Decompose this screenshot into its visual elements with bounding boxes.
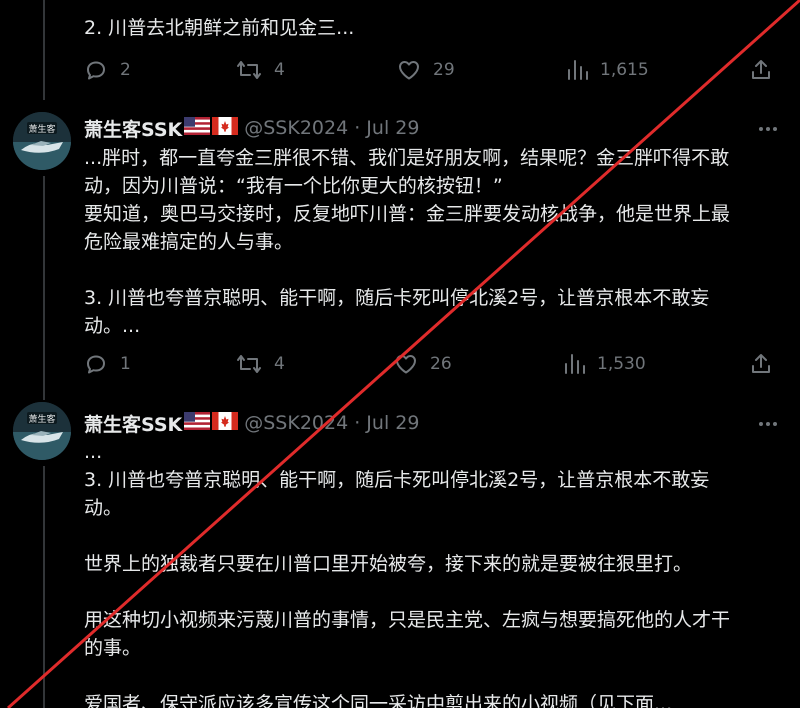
tweet-text-line: 3. 川普也夸普京聪明、能干啊，随后卡死叫停北溪2号，让普京根本不敢妄 bbox=[84, 287, 710, 309]
handle-date[interactable]: @SSK2024 · Jul 29 bbox=[244, 117, 419, 139]
share-icon bbox=[752, 354, 770, 373]
handle-date[interactable]: @SSK2024 · Jul 29 bbox=[244, 412, 419, 434]
more-button[interactable] bbox=[756, 117, 780, 141]
views-button[interactable]: 1,615 bbox=[566, 57, 649, 83]
tweet-text-line: 世界上的独裁者只要在川普口里开始被夸，接下来的就是要被往狠里打。 bbox=[84, 553, 693, 575]
tweet-body: ... 3. 川普也夸普京聪明、能干啊，随后卡死叫停北溪2号，让普京根本不敢妄 … bbox=[84, 438, 784, 708]
tweet-text-line: 动。 bbox=[84, 497, 123, 519]
reply-icon bbox=[87, 61, 105, 80]
canada-flag-icon bbox=[212, 117, 239, 139]
display-name[interactable]: 萧生客SSK bbox=[84, 410, 182, 437]
like-count: 26 bbox=[430, 354, 452, 374]
tweet-text-line: 2. 川普去北朝鲜之前和见金三... bbox=[84, 17, 355, 39]
heart-icon bbox=[399, 61, 419, 80]
more-icon bbox=[759, 127, 777, 131]
views-count: 1,615 bbox=[600, 60, 649, 80]
share-icon bbox=[752, 60, 770, 79]
retweet-icon bbox=[237, 355, 261, 373]
timeline: 2. 川普去北朝鲜之前和见金三... 2 4 29 1,615 萧生客 萧生客S… bbox=[0, 0, 800, 708]
tweet-3[interactable]: 萧生客 萧生客SSK @SSK2024 · Jul 29 ... 3. 川普也夸… bbox=[0, 400, 800, 708]
retweet-button[interactable]: 4 bbox=[236, 57, 285, 83]
tweet-1[interactable]: 2. 川普去北朝鲜之前和见金三... 2 4 29 1,615 bbox=[0, 0, 800, 100]
tweet-text-line: 3. 川普也夸普京聪明、能干啊，随后卡死叫停北溪2号，让普京根本不敢妄 bbox=[84, 469, 710, 491]
like-button[interactable]: 26 bbox=[394, 351, 452, 377]
tweet-text-line: 动。... bbox=[84, 315, 141, 337]
tweet-text-line: 用这种切小视频来污蔑川普的事情，只是民主党、左疯与想要搞死他的人才干 bbox=[84, 609, 731, 631]
tweet-text-line: 爱国者、保守派应该多宣传这个同一采访中剪出来的小视频（见下面... bbox=[84, 693, 673, 708]
more-button[interactable] bbox=[756, 412, 780, 436]
tweet-actions: 2 4 29 1,615 bbox=[84, 57, 784, 83]
tweet-body: 2. 川普去北朝鲜之前和见金三... bbox=[84, 14, 784, 42]
reply-button[interactable]: 2 bbox=[84, 57, 131, 83]
avatar[interactable]: 萧生客 bbox=[13, 112, 71, 170]
like-count: 29 bbox=[433, 60, 455, 80]
tweet-actions: 1 4 26 1,530 bbox=[84, 351, 784, 377]
tweet-text-line: 要知道，奥巴马交接时，反复地吓川普：金三胖要发动核战争，他是世界上最 bbox=[84, 203, 731, 225]
share-button[interactable] bbox=[750, 351, 772, 377]
reply-count: 1 bbox=[120, 354, 131, 374]
retweet-icon bbox=[237, 61, 261, 79]
avatar[interactable]: 萧生客 bbox=[13, 402, 71, 460]
tweet-text-line: ...胖时，都一直夸金三胖很不错、我们是好朋友啊，结果呢？金三胖吓得不敢 bbox=[84, 147, 730, 169]
like-button[interactable]: 29 bbox=[397, 57, 455, 83]
tweet-body: ...胖时，都一直夸金三胖很不错、我们是好朋友啊，结果呢？金三胖吓得不敢 动，因… bbox=[84, 144, 784, 340]
us-flag-icon bbox=[184, 117, 211, 139]
display-name[interactable]: 萧生客SSK bbox=[84, 115, 182, 142]
thread-connector bbox=[43, 466, 45, 708]
retweet-count: 4 bbox=[274, 60, 285, 80]
views-count: 1,530 bbox=[597, 354, 646, 374]
more-icon bbox=[759, 422, 777, 426]
tweet-header: 萧生客SSK @SSK2024 · Jul 29 bbox=[84, 115, 419, 141]
tweet-text-line: ... bbox=[84, 441, 103, 463]
reply-count: 2 bbox=[120, 60, 131, 80]
thread-connector bbox=[43, 0, 45, 100]
views-button[interactable]: 1,530 bbox=[563, 351, 646, 377]
tweet-text-line: 的事。 bbox=[84, 637, 142, 659]
reply-button[interactable]: 1 bbox=[84, 351, 131, 377]
canada-flag-icon bbox=[212, 412, 239, 434]
tweet-text-line: 危险最难搞定的人与事。 bbox=[84, 231, 294, 253]
share-button[interactable] bbox=[750, 57, 772, 83]
heart-icon bbox=[396, 355, 416, 374]
avatar-label: 萧生客 bbox=[28, 413, 55, 425]
thread-connector bbox=[43, 176, 45, 400]
tweet-header: 萧生客SSK @SSK2024 · Jul 29 bbox=[84, 410, 419, 436]
us-flag-icon bbox=[184, 412, 211, 434]
tweet-2[interactable]: 萧生客 萧生客SSK @SSK2024 · Jul 29 ...胖时，都一直夸金… bbox=[0, 100, 800, 400]
reply-icon bbox=[87, 355, 105, 374]
views-icon bbox=[565, 354, 585, 374]
tweet-text-line: 动，因为川普说：“我有一个比你更大的核按钮！” bbox=[84, 175, 503, 197]
avatar-label: 萧生客 bbox=[28, 123, 55, 135]
retweet-button[interactable]: 4 bbox=[236, 351, 285, 377]
views-icon bbox=[568, 60, 588, 80]
retweet-count: 4 bbox=[274, 354, 285, 374]
